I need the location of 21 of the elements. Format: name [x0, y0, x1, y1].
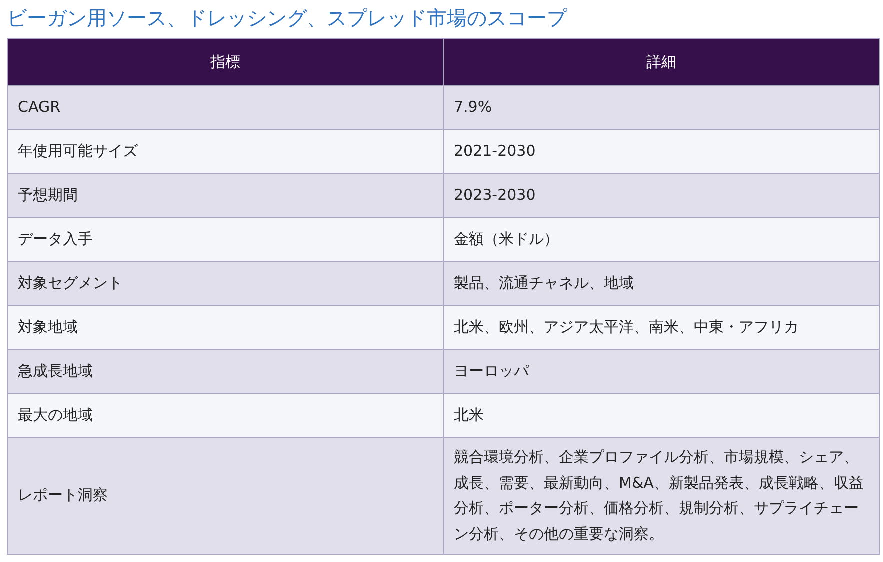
- column-header: 詳細: [444, 38, 880, 86]
- table-cell: 2021-2030: [444, 130, 880, 174]
- table-cell: 製品、流通チャネル、地域: [444, 262, 880, 306]
- table-cell: 金額（米ドル）: [444, 218, 880, 262]
- table-cell: 年使用可能サイズ: [8, 130, 444, 174]
- table-cell: 2023-2030: [444, 174, 880, 218]
- table-cell: 北米、欧州、アジア太平洋、南米、中東・アフリカ: [444, 306, 880, 350]
- table-cell: 急成長地域: [8, 350, 444, 394]
- table-cell: 対象地域: [8, 306, 444, 350]
- column-header: 指標: [8, 38, 444, 86]
- table-cell: 競合環境分析、企業プロファイル分析、市場規模、シェア、成長、需要、最新動向、M&A、新製品発表、成長戦略、収益分析、ポーター分析、価格分析、規制分析、サプライチェーン分析、その他の重要な洞察。: [444, 438, 880, 554]
- table-cell: 対象セグメント: [8, 262, 444, 306]
- table-cell: 最大の地域: [8, 394, 444, 438]
- table-cell: CAGR: [8, 86, 444, 130]
- table-cell: データ入手: [8, 218, 444, 262]
- table-cell: 北米: [444, 394, 880, 438]
- table-cell: レポート洞察: [8, 438, 444, 554]
- table-cell: 7.9%: [444, 86, 880, 130]
- table-cell: ヨーロッパ: [444, 350, 880, 394]
- table-cell: 予想期間: [8, 174, 444, 218]
- page-title: ビーガン用ソース、ドレッシング、スプレッド市場のスコープ: [7, 5, 568, 32]
